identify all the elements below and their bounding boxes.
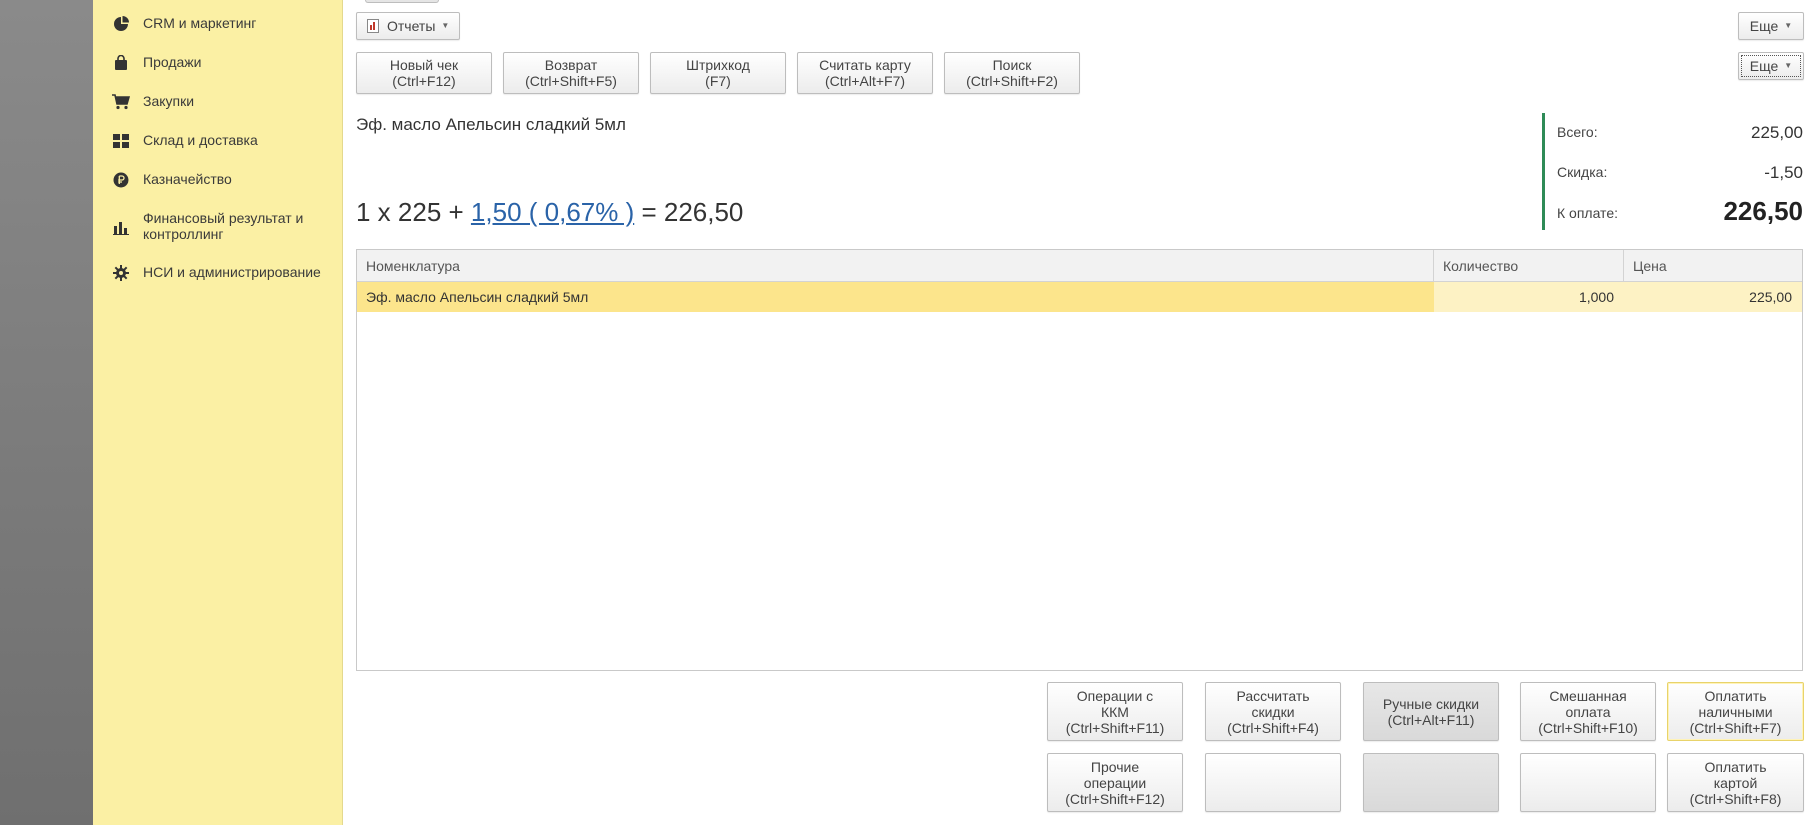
button-label: Считать карту — [819, 57, 911, 73]
button-label: Операции с — [1076, 687, 1154, 704]
read-card-button[interactable]: Считать карту (Ctrl+Alt+F7) — [797, 52, 933, 94]
button-shortcut: (Ctrl+Shift+F2) — [966, 73, 1058, 89]
sidebar-item-purchases[interactable]: Закупки — [93, 93, 342, 111]
sidebar-item-sales[interactable]: Продажи — [93, 54, 342, 72]
button-label: Рассчитать — [1236, 687, 1310, 704]
more-label: Еще — [1749, 58, 1779, 74]
button-shortcut: (Ctrl+Shift+F4) — [1227, 719, 1319, 736]
reports-button[interactable]: Отчеты ▼ — [356, 12, 460, 40]
bar-chart-icon — [111, 219, 131, 237]
button-shortcut: (Ctrl+Shift+F7) — [1689, 719, 1782, 736]
sidebar-item-admin[interactable]: НСИ и администрирование — [93, 264, 342, 282]
button-shortcut: (Ctrl+Shift+F8) — [1689, 790, 1782, 807]
button-label: скидки — [1251, 703, 1295, 720]
button-label: Новый чек — [389, 57, 459, 73]
sidebar-item-label: Продажи — [143, 54, 202, 70]
column-header-nomenclature[interactable]: Номенклатура — [357, 250, 1434, 282]
discount-label: Скидка: — [1557, 164, 1608, 180]
chevron-down-icon: ▼ — [1784, 61, 1793, 70]
cell-quantity: 1,000 — [1434, 282, 1624, 312]
pay-card-button[interactable]: Оплатить картой (Ctrl+Shift+F8) — [1667, 753, 1804, 812]
price-formula: 1 х 225 + 1,50 ( 0,67% ) = 226,50 — [356, 197, 743, 228]
button-label: Смешанная — [1549, 687, 1627, 704]
shopping-bag-icon — [111, 54, 131, 72]
button-shortcut: (F7) — [705, 73, 731, 89]
items-table: Номенклатура Количество Цена Эф. масло А… — [356, 249, 1803, 671]
sidebar-item-label: Казначейство — [143, 171, 232, 187]
button-shortcut: (Ctrl+Shift+F12) — [1065, 790, 1165, 807]
button-label: Прочие — [1090, 758, 1140, 775]
current-item-title: Эф. масло Апельсин сладкий 5мл — [356, 115, 626, 134]
gear-icon — [111, 264, 131, 282]
button-label: Поиск — [992, 57, 1032, 73]
button-label: оплата — [1565, 703, 1611, 720]
cart-icon — [111, 93, 131, 111]
button-shortcut: (Ctrl+Shift+F11) — [1065, 719, 1165, 736]
more-button-2[interactable]: Еще ▼ — [1738, 52, 1804, 80]
more-label: Еще — [1749, 18, 1779, 34]
button-label: Штрихкод — [686, 57, 750, 73]
other-operations-button[interactable]: Прочие операции (Ctrl+Shift+F12) — [1047, 753, 1183, 812]
formula-prefix: 1 х 225 + — [356, 197, 471, 227]
button-shortcut: (Ctrl+Alt+F11) — [1387, 711, 1475, 728]
top-tab-stub — [365, 0, 439, 3]
sidebar-item-treasury[interactable]: Казначейство — [93, 171, 342, 189]
search-button[interactable]: Поиск (Ctrl+Shift+F2) — [944, 52, 1080, 94]
sidebar-item-label: НСИ и администрирование — [143, 264, 321, 280]
button-shortcut: (Ctrl+Alt+F7) — [824, 73, 906, 89]
sidebar: CRM и маркетинг Продажи Закупки Склад и … — [93, 0, 343, 825]
empty-button-3[interactable] — [1520, 753, 1656, 812]
button-shortcut: (Ctrl+F12) — [392, 73, 456, 89]
discount-value: -1,50 — [1764, 163, 1803, 182]
manual-discounts-button[interactable]: Ручные скидки (Ctrl+Alt+F11) — [1363, 682, 1499, 741]
calculate-discounts-button[interactable]: Рассчитать скидки (Ctrl+Shift+F4) — [1205, 682, 1341, 741]
button-label: наличными — [1698, 703, 1773, 720]
cell-nomenclature: Эф. масло Апельсин сладкий 5мл — [357, 282, 1434, 312]
sidebar-item-warehouse[interactable]: Склад и доставка — [93, 132, 342, 150]
pie-chart-icon — [111, 15, 131, 33]
button-label: операции — [1083, 774, 1147, 791]
kkm-operations-button[interactable]: Операции с ККМ (Ctrl+Shift+F11) — [1047, 682, 1183, 741]
formula-suffix: = 226,50 — [634, 197, 744, 227]
button-label: Оплатить — [1704, 758, 1767, 775]
total-value: 225,00 — [1751, 123, 1803, 142]
empty-button-2[interactable] — [1363, 753, 1499, 812]
button-label: Ручные скидки — [1382, 695, 1480, 712]
pay-value: 226,50 — [1723, 196, 1803, 226]
empty-button-1[interactable] — [1205, 753, 1341, 812]
sidebar-item-label: CRM и маркетинг — [143, 15, 257, 31]
sidebar-item-label: Закупки — [143, 93, 195, 109]
mixed-payment-button[interactable]: Смешанная оплата (Ctrl+Shift+F10) — [1520, 682, 1656, 741]
new-check-button[interactable]: Новый чек (Ctrl+F12) — [356, 52, 492, 94]
button-shortcut: (Ctrl+Shift+F10) — [1538, 719, 1638, 736]
column-header-quantity[interactable]: Количество — [1434, 250, 1624, 282]
return-button[interactable]: Возврат (Ctrl+Shift+F5) — [503, 52, 639, 94]
button-label: Оплатить — [1704, 687, 1767, 704]
totals-accent-bar — [1542, 113, 1545, 230]
sidebar-item-finance[interactable]: Финансовый результат и контроллинг — [93, 210, 342, 242]
more-button[interactable]: Еще ▼ — [1738, 12, 1804, 40]
column-header-price[interactable]: Цена — [1624, 250, 1802, 282]
warehouse-grid-icon — [111, 132, 131, 150]
button-label: ККМ — [1101, 703, 1129, 720]
chevron-down-icon: ▼ — [1784, 21, 1793, 30]
ruble-coin-icon — [111, 171, 131, 189]
left-panel-strip — [0, 0, 93, 825]
pay-label: К оплате: — [1557, 205, 1618, 221]
button-shortcut: (Ctrl+Shift+F5) — [525, 73, 617, 89]
report-icon — [367, 19, 379, 33]
cell-price: 225,00 — [1624, 282, 1802, 312]
sidebar-item-crm[interactable]: CRM и маркетинг — [93, 15, 342, 33]
barcode-button[interactable]: Штрихкод (F7) — [650, 52, 786, 94]
reports-label: Отчеты — [387, 18, 436, 34]
sidebar-item-label: Склад и доставка — [143, 132, 258, 148]
button-label: картой — [1713, 774, 1758, 791]
chevron-down-icon: ▼ — [441, 21, 450, 30]
discount-link[interactable]: 1,50 ( 0,67% ) — [471, 197, 634, 227]
button-label: Возврат — [544, 57, 598, 73]
total-label: Всего: — [1557, 124, 1598, 140]
pay-cash-button[interactable]: Оплатить наличными (Ctrl+Shift+F7) — [1667, 682, 1804, 741]
sidebar-item-label: Финансовый результат и контроллинг — [143, 210, 304, 242]
